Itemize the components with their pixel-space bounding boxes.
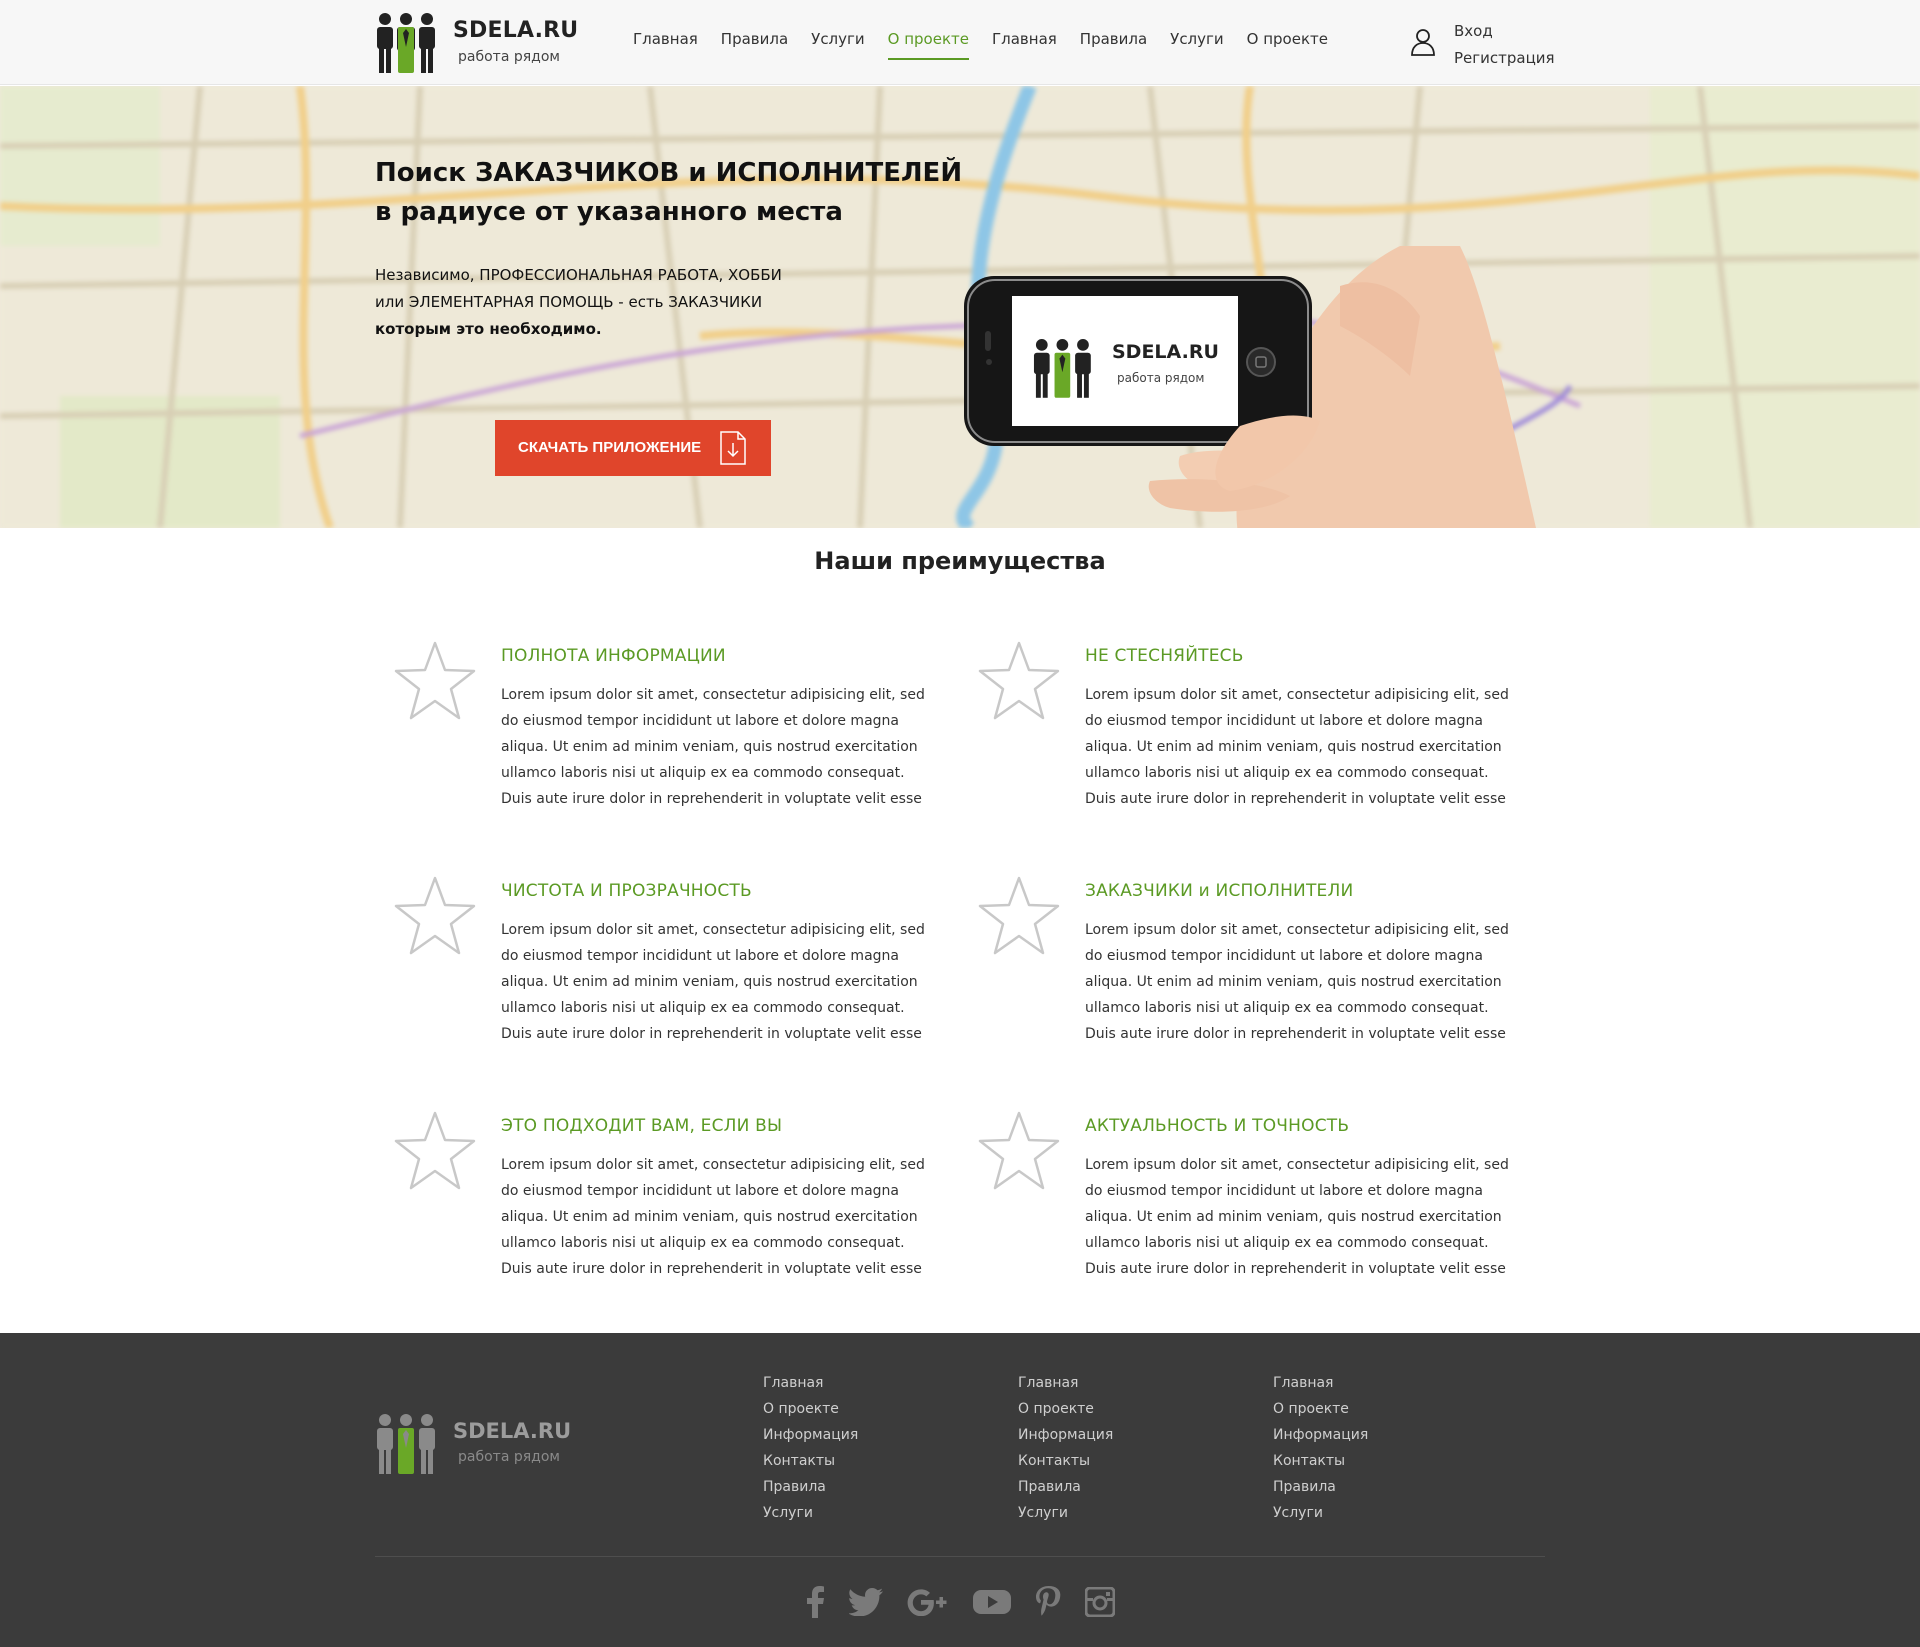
hero-text-line-3: которым это необходимо. [375,320,602,338]
footer-link-contacts[interactable]: Контакты [763,1448,963,1474]
nav-item-rules[interactable]: Правила [721,30,788,60]
footer-link-rules[interactable]: Правила [763,1474,963,1500]
advantages-title: Наши преимущества [814,547,1106,575]
nav-item-rules-2[interactable]: Правила [1080,30,1147,60]
star-icon [978,641,1060,720]
download-app-button[interactable]: СКАЧАТЬ ПРИЛОЖЕНИЕ [495,420,771,476]
advantage-card: ЭТО ПОДХОДИТ ВАМ, ЕСЛИ ВЫ Lorem ipsum do… [393,1110,925,1290]
twitter-icon[interactable] [848,1588,883,1617]
footer-link-rules[interactable]: Правила [1018,1474,1218,1500]
hero-text-line-2: или ЭЛЕМЕНТАРНАЯ ПОМОЩЬ - есть ЗАКАЗЧИКИ [375,293,763,311]
youtube-icon[interactable] [973,1588,1011,1616]
nav-item-about-2[interactable]: О проекте [1247,30,1328,60]
login-link[interactable]: Вход [1454,18,1574,45]
advantage-heading: АКТУАЛЬНОСТЬ И ТОЧНОСТЬ [1085,1116,1350,1136]
logo-people-icon [377,13,435,73]
hero-title: Поиск ЗАКАЗЧИКОВ и ИСПОЛНИТЕЛЕЙ в радиус… [375,154,995,232]
advantage-heading: ПОЛНОТА ИНФОРМАЦИИ [501,646,726,666]
footer-link-info[interactable]: Информация [763,1422,963,1448]
star-icon [978,1111,1060,1190]
advantage-text: Lorem ipsum dolor sit amet, consectetur … [501,922,925,1042]
advantage-heading: ЧИСТОТА И ПРОЗРАЧНОСТЬ [501,881,752,901]
logo-name: SDELA.RU [453,18,579,43]
advantage-heading: ЭТО ПОДХОДИТ ВАМ, ЕСЛИ ВЫ [501,1116,783,1136]
footer-divider [375,1556,1545,1557]
advantage-card: ЗАКАЗЧИКИ и ИСПОЛНИТЕЛИ Lorem ipsum dolo… [977,875,1509,1055]
main-nav: Главная Правила Услуги О проекте Главная… [633,30,1351,60]
nav-item-about[interactable]: О проекте [887,30,969,60]
register-link[interactable]: Регистрация [1454,45,1574,72]
user-icon[interactable] [1410,28,1436,56]
footer-column: Главная О проекте Информация Контакты Пр… [1273,1370,1473,1526]
footer-link-info[interactable]: Информация [1018,1422,1218,1448]
download-file-icon [720,431,746,465]
footer-column: Главная О проекте Информация Контакты Пр… [1018,1370,1218,1526]
footer-link-about[interactable]: О проекте [1018,1396,1218,1422]
pinterest-icon[interactable] [1035,1586,1061,1618]
advantage-card: ПОЛНОТА ИНФОРМАЦИИ Lorem ipsum dolor sit… [393,640,925,820]
nav-item-home-2[interactable]: Главная [992,30,1057,60]
star-icon [978,876,1060,955]
advantage-card: ЧИСТОТА И ПРОЗРАЧНОСТЬ Lorem ipsum dolor… [393,875,925,1055]
hand-phone-image: SDELA.RU работа рядом [964,246,1536,528]
advantage-text: Lorem ipsum dolor sit amet, consectetur … [501,1157,925,1277]
hero-text-line-1: Независимо, ПРОФЕССИОНАЛЬНАЯ РАБОТА, ХОБ… [375,266,782,284]
footer-logo-people-icon [377,1414,435,1474]
site-header: SDELA.RU работа рядом Главная Правила Ус… [0,0,1920,85]
phone-illustration: SDELA.RU работа рядом [940,246,1540,528]
star-icon [394,876,476,955]
footer-logo[interactable]: SDELA.RU работа рядом [375,1413,575,1477]
logo[interactable]: SDELA.RU работа рядом [375,12,579,76]
advantage-card: НЕ СТЕСНЯЙТЕСЬ Lorem ipsum dolor sit ame… [977,640,1509,820]
footer-link-info[interactable]: Информация [1273,1422,1473,1448]
footer-logo-tagline: работа рядом [458,1449,560,1465]
footer-link-about[interactable]: О проекте [1273,1396,1473,1422]
footer-link-about[interactable]: О проекте [763,1396,963,1422]
advantage-card: АКТУАЛЬНОСТЬ И ТОЧНОСТЬ Lorem ipsum dolo… [977,1110,1509,1290]
footer-link-services[interactable]: Услуги [1018,1500,1218,1526]
logo-tagline: работа рядом [458,49,560,65]
social-links [0,1586,1920,1618]
footer-link-home[interactable]: Главная [763,1370,963,1396]
footer-column: Главная О проекте Информация Контакты Пр… [763,1370,963,1526]
footer-link-home[interactable]: Главная [1273,1370,1473,1396]
nav-item-home[interactable]: Главная [633,30,698,60]
instagram-icon[interactable] [1084,1586,1116,1618]
star-icon [394,641,476,720]
star-icon [394,1111,476,1190]
advantage-text: Lorem ipsum dolor sit amet, consectetur … [501,687,925,807]
site-footer: SDELA.RU работа рядом Главная О проекте … [0,1333,1920,1647]
footer-link-rules[interactable]: Правила [1273,1474,1473,1500]
hero-title-line-1: Поиск ЗАКАЗЧИКОВ и ИСПОЛНИТЕЛЕЙ [375,158,963,188]
footer-link-services[interactable]: Услуги [763,1500,963,1526]
phone-logo-name: SDELA.RU [1112,341,1219,363]
advantage-text: Lorem ipsum dolor sit amet, consectetur … [1085,922,1509,1042]
hero-section: Поиск ЗАКАЗЧИКОВ и ИСПОЛНИТЕЛЕЙ в радиус… [0,86,1920,528]
footer-link-home[interactable]: Главная [1018,1370,1218,1396]
footer-link-contacts[interactable]: Контакты [1018,1448,1218,1474]
download-app-label: СКАЧАТЬ ПРИЛОЖЕНИЕ [518,439,702,456]
advantage-heading: ЗАКАЗЧИКИ и ИСПОЛНИТЕЛИ [1085,881,1354,901]
google-plus-icon[interactable] [907,1588,949,1617]
hero-description: Независимо, ПРОФЕССИОНАЛЬНАЯ РАБОТА, ХОБ… [375,262,815,343]
nav-item-services[interactable]: Услуги [811,30,864,60]
facebook-icon[interactable] [805,1586,825,1618]
advantage-text: Lorem ipsum dolor sit amet, consectetur … [1085,687,1509,807]
advantage-text: Lorem ipsum dolor sit amet, consectetur … [1085,1157,1509,1277]
advantage-heading: НЕ СТЕСНЯЙТЕСЬ [1085,646,1244,666]
hero-title-line-2: в радиусе от указанного места [375,197,843,227]
footer-logo-name: SDELA.RU [453,1419,572,1443]
nav-item-services-2[interactable]: Услуги [1170,30,1223,60]
footer-link-contacts[interactable]: Контакты [1273,1448,1473,1474]
phone-logo-tagline: работа рядом [1117,371,1204,385]
footer-link-services[interactable]: Услуги [1273,1500,1473,1526]
